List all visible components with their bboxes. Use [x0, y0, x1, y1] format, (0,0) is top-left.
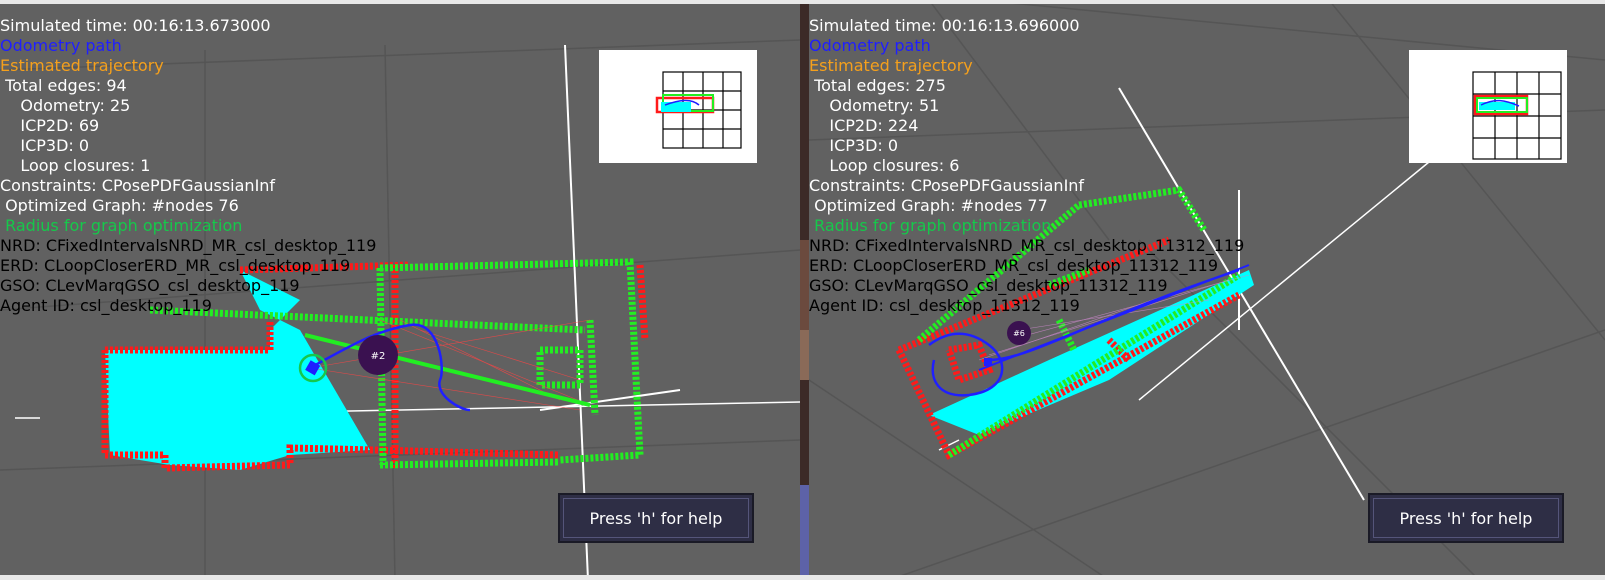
- optimized-graph-text: Optimized Graph: #nodes 76: [0, 196, 239, 215]
- window-top-border: [0, 0, 1605, 4]
- left-node-label: #2: [371, 351, 386, 362]
- odometry-path-legend: Odometry path: [809, 36, 931, 55]
- help-button-label: Press 'h' for help: [1399, 508, 1533, 528]
- help-button[interactable]: Press 'h' for help: [1368, 493, 1564, 543]
- estimated-trajectory-legend: Estimated trajectory: [809, 56, 973, 75]
- icp2d-count-text: ICP2D: 224: [809, 116, 919, 135]
- icp3d-count-text: ICP3D: 0: [809, 136, 899, 155]
- nrd-text: NRD: CFixedIntervalsNRD_MR_csl_desktop_1…: [809, 236, 1245, 255]
- window-bottom-border: [0, 575, 1605, 580]
- right-node-label: #6: [1013, 329, 1025, 338]
- gso-text: GSO: CLevMarqGSO_csl_desktop_11312_119: [809, 276, 1168, 295]
- sim-time-text: Simulated time: 00:16:13.696000: [809, 16, 1080, 35]
- left-minimap: [599, 50, 757, 163]
- icp2d-count-text: ICP2D: 69: [0, 116, 100, 135]
- total-edges-text: Total edges: 94: [0, 76, 127, 95]
- help-button-label: Press 'h' for help: [589, 508, 723, 528]
- erd-text: ERD: CLoopCloserERD_MR_csl_desktop_11312…: [809, 256, 1219, 275]
- estimated-trajectory-legend: Estimated trajectory: [0, 56, 164, 75]
- sim-time-text: Simulated time: 00:16:13.673000: [0, 16, 271, 35]
- odometry-path-legend: Odometry path: [0, 36, 122, 55]
- loop-closures-text: Loop closures: 1: [0, 156, 151, 175]
- loop-closures-text: Loop closures: 6: [809, 156, 960, 175]
- help-button[interactable]: Press 'h' for help: [558, 493, 754, 543]
- erd-text: ERD: CLoopCloserERD_MR_csl_desktop_119: [0, 256, 351, 275]
- right-info-overlay: Simulated time: 00:16:13.696000 Odometry…: [809, 16, 1244, 316]
- viewport-divider[interactable]: [800, 0, 809, 580]
- odometry-count-text: Odometry: 51: [809, 96, 940, 115]
- total-edges-text: Total edges: 275: [809, 76, 946, 95]
- constraints-text: Constraints: CPosePDFGaussianInf: [0, 176, 276, 195]
- agent-id-text: Agent ID: csl_desktop_11312_119: [809, 296, 1080, 315]
- constraints-text: Constraints: CPosePDFGaussianInf: [809, 176, 1085, 195]
- odometry-count-text: Odometry: 25: [0, 96, 131, 115]
- radius-legend: Radius for graph optimization: [809, 216, 1052, 235]
- left-3d-viewport[interactable]: #2 Simulated time: 00:16:13.673000 Odome…: [0, 0, 800, 580]
- nrd-text: NRD: CFixedIntervalsNRD_MR_csl_desktop_1…: [0, 236, 377, 255]
- right-3d-viewport[interactable]: #6 Simulated time: 00:16:13.696000 Odome…: [809, 0, 1605, 580]
- right-minimap: [1409, 50, 1567, 163]
- radius-legend: Radius for graph optimization: [0, 216, 243, 235]
- agent-id-text: Agent ID: csl_desktop_119: [0, 296, 212, 315]
- left-info-overlay: Simulated time: 00:16:13.673000 Odometry…: [0, 16, 376, 316]
- gso-text: GSO: CLevMarqGSO_csl_desktop_119: [0, 276, 300, 295]
- icp3d-count-text: ICP3D: 0: [0, 136, 90, 155]
- optimized-graph-text: Optimized Graph: #nodes 77: [809, 196, 1048, 215]
